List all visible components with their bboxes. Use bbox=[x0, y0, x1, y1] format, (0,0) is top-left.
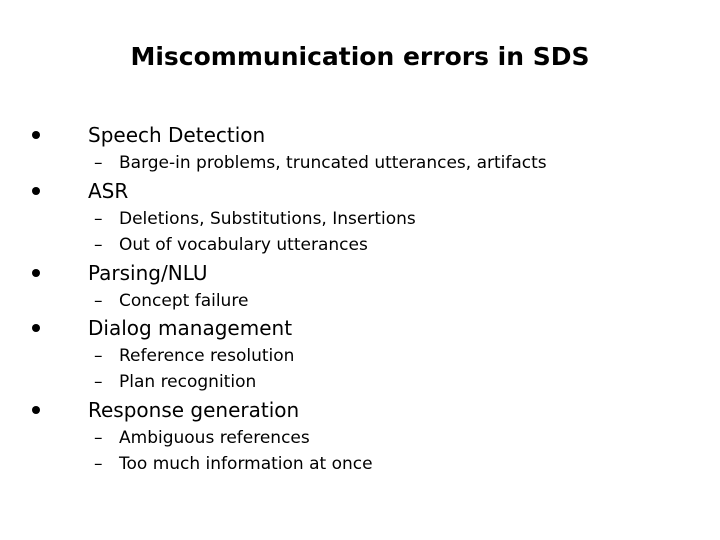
bullet-item: Response generation bbox=[30, 398, 299, 422]
bullet-item: Dialog management bbox=[30, 316, 292, 340]
bullet-text: Response generation bbox=[88, 398, 300, 422]
sub-bullet-text: Reference resolution bbox=[119, 346, 295, 366]
dash-icon: – bbox=[94, 209, 103, 229]
dash-icon: – bbox=[94, 235, 103, 255]
dash-icon: – bbox=[94, 346, 103, 366]
dash-icon: – bbox=[94, 428, 103, 448]
dash-icon: – bbox=[94, 454, 103, 474]
dash-icon: – bbox=[94, 153, 103, 173]
bullet-text: Speech Detection bbox=[88, 123, 266, 147]
bullet-text: ASR bbox=[88, 179, 129, 203]
dash-icon: – bbox=[94, 372, 103, 392]
bullet-item: ASR bbox=[30, 179, 128, 203]
sub-bullet-text: Deletions, Substitutions, Insertions bbox=[119, 209, 416, 229]
bullet-text: Parsing/NLU bbox=[88, 261, 208, 285]
sub-bullet-text: Barge-in problems, truncated utterances,… bbox=[119, 153, 547, 173]
bullet-icon bbox=[32, 405, 40, 414]
bullet-icon bbox=[32, 130, 40, 139]
slide-title: Miscommunication errors in SDS bbox=[130, 42, 590, 71]
sub-bullet-text: Ambiguous references bbox=[119, 428, 310, 448]
bullet-icon bbox=[32, 323, 40, 332]
bullet-icon bbox=[32, 268, 40, 277]
bullet-icon bbox=[32, 186, 40, 195]
sub-bullet-text: Too much information at once bbox=[119, 454, 373, 474]
bullet-text: Dialog management bbox=[88, 316, 293, 340]
sub-bullet-text: Concept failure bbox=[119, 291, 249, 311]
sub-bullet-text: Out of vocabulary utterances bbox=[119, 235, 368, 255]
bullet-item: Parsing/NLU bbox=[30, 261, 207, 285]
dash-icon: – bbox=[94, 291, 103, 311]
sub-bullet-text: Plan recognition bbox=[119, 372, 257, 392]
bullet-item: Speech Detection bbox=[30, 123, 265, 147]
